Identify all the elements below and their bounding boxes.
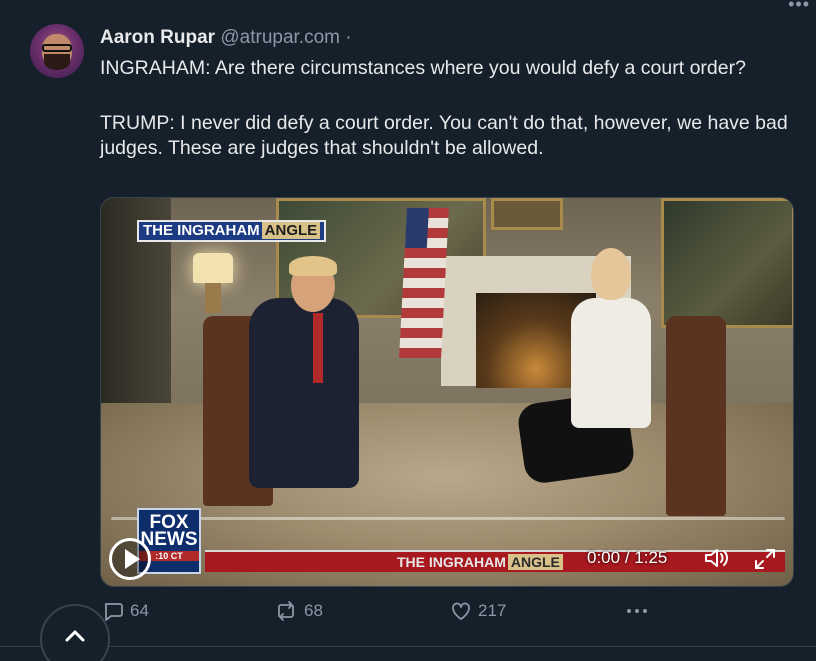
video-frame (101, 198, 793, 586)
reply-count: 64 (130, 601, 149, 620)
more-button[interactable] (624, 600, 656, 622)
reply-icon (104, 603, 123, 621)
tweet-paragraph: INGRAHAM: Are there circumstances where … (100, 57, 746, 79)
reply-button[interactable]: 64 (102, 600, 149, 622)
like-count: 217 (478, 601, 507, 620)
top-more-indicator: ••• (788, 0, 810, 14)
tweet-text: INGRAHAM: Are there circumstances where … (100, 56, 790, 161)
separator-dot: · (345, 27, 352, 48)
avatar-beard (44, 54, 70, 70)
chevron-up-icon (65, 630, 85, 642)
volume-icon[interactable] (703, 546, 731, 570)
author-name[interactable]: Aaron Rupar (100, 27, 215, 48)
like-button[interactable]: 217 (450, 600, 506, 622)
video-progress-bar[interactable] (111, 517, 785, 520)
video-time: 0:00 / 1:25 (587, 548, 668, 567)
tweet-header: Aaron Rupar @atrupar.com · 6m (100, 26, 610, 397)
tweet-actions: 64 68 217 (0, 600, 816, 628)
lower-third-banner: THE INGRAHAM ANGLE (205, 550, 785, 572)
play-icon (124, 549, 140, 569)
play-button[interactable] (109, 538, 151, 580)
avatar-glasses (42, 44, 72, 52)
video-player[interactable]: THE INGRAHAM ANGLE FOX NEWS :10 CT THE IN… (100, 197, 794, 587)
author-handle[interactable]: @atrupar.com (220, 27, 340, 48)
fullscreen-icon[interactable] (753, 548, 777, 570)
avatar[interactable] (30, 24, 84, 78)
tweet-paragraph: TRUMP: I never did defy a court order. Y… (100, 112, 788, 159)
repost-count: 68 (304, 601, 323, 620)
like-icon (452, 602, 470, 620)
divider (0, 646, 816, 647)
repost-button[interactable]: 68 (274, 600, 323, 622)
repost-icon (278, 601, 294, 621)
show-logo: THE INGRAHAM ANGLE (137, 220, 327, 242)
more-icon (627, 609, 647, 613)
